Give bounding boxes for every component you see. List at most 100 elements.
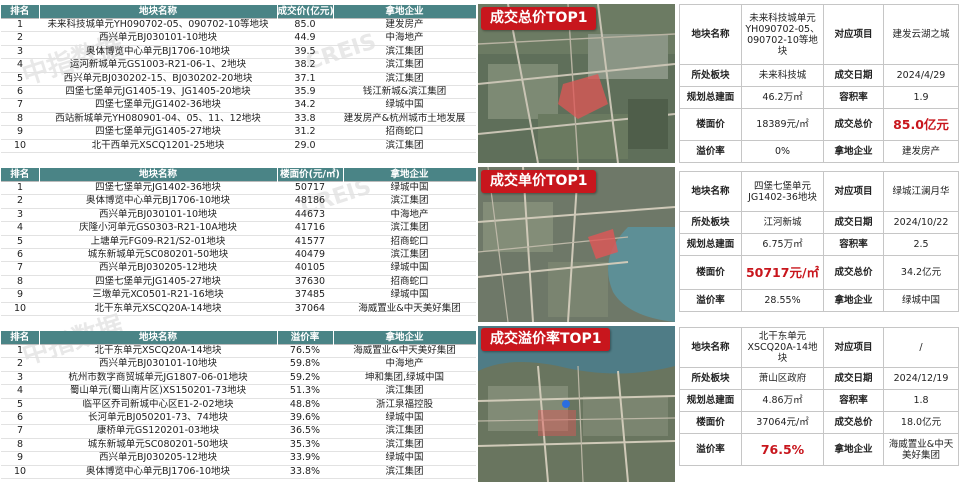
land-name-cell: 奥体博览中心单元BJ1706-10地块: [85, 195, 230, 207]
table-row: 9 四堡七堡单元JG1405-27地块 31.2 招商蛇口: [1, 126, 476, 140]
table-row: 2 奥体博览中心单元BJ1706-10地块 48186 滨江集团: [1, 195, 476, 209]
detail-label: 对应项目: [823, 171, 884, 212]
value-cell: 34.2: [294, 99, 316, 111]
land-name-cell: 四堡七堡单元JG1405-27地块: [95, 126, 221, 138]
detail-row: 楼面价 37064元/㎡ 成交总价 18.0亿元: [679, 411, 959, 434]
detail-label: 规划总建面: [679, 86, 742, 109]
detail-value-total-price: 18.0亿元: [883, 411, 959, 434]
detail-label: 规划总建面: [679, 389, 742, 412]
table-header: 排名 地块名称 成交价(亿元) 拿地企业: [1, 5, 477, 19]
premium-rate-top1-banner: 成交溢价率TOP1: [481, 328, 611, 351]
land-name-cell: 西兴单元BJ030205-12地块: [98, 452, 218, 464]
detail-label: 所处板块: [679, 64, 742, 87]
detail-label: 楼面价: [679, 108, 742, 141]
rank-cell: 4: [16, 385, 24, 397]
table-row: 3 奥体博览中心单元BJ1706-10地块 39.5 滨江集团: [1, 45, 476, 59]
value-cell: 40105: [294, 262, 326, 274]
company-cell: 绿城中国: [343, 180, 476, 195]
value-cell: 41577: [294, 235, 326, 247]
company-cell: 海威置业&中天美好集团: [333, 343, 476, 358]
rank-cell: 9: [16, 289, 24, 301]
company-cell: 钱江新城&滨江集团: [362, 86, 447, 98]
value-cell: 76.5%: [277, 343, 333, 358]
rank-cell: 8: [16, 438, 24, 450]
table-row: 4 运河新城单元GS1003-R21-06-1、2地块 38.2 滨江集团: [1, 59, 476, 73]
land-name-cell: 四堡七堡单元JG1402-36地块: [95, 99, 221, 111]
detail-value-floor-price: 18389元/㎡: [741, 108, 824, 141]
land-name-cell: 庆隆小河单元GS0303-R21-10A地块: [79, 222, 237, 234]
column-header: 排名: [1, 331, 40, 345]
rank-cell: 8: [16, 275, 24, 287]
detail-value-far: 2.5: [883, 233, 959, 256]
company-cell: 招商蛇口: [390, 275, 429, 287]
value-cell: 29.0: [294, 139, 316, 151]
detail-value-name: 未来科技城单元YH090702-05、090702-10等地块: [741, 4, 824, 65]
land-name-cell: 三墩单元XC0501-R21-16地块: [92, 289, 224, 301]
detail-label: 地块名称: [679, 327, 742, 368]
company-cell: 滨江集团: [385, 45, 424, 57]
value-cell: 44.9: [294, 32, 316, 44]
rank-cell: 6: [16, 412, 24, 424]
detail-label: 对应项目: [823, 4, 884, 65]
value-cell: 36.5%: [289, 425, 321, 437]
value-cell: 48186: [294, 195, 326, 207]
table-row: 7 西兴单元BJ030205-12地块 40105 绿城中国: [1, 262, 476, 276]
land-name-cell: 奥体博览中心单元BJ1706-10地块: [85, 45, 230, 57]
value-cell: 48.8%: [289, 398, 321, 410]
detail-row: 规划总建面 4.86万㎡ 容积率 1.8: [679, 389, 959, 412]
detail-value-floor-price: 50717元/㎡: [741, 255, 824, 290]
rank-cell: 9: [16, 126, 24, 138]
value-cell: 37.1: [294, 72, 316, 84]
detail-value-name: 四堡七堡单元JG1402-36地块: [741, 171, 824, 212]
table-row: 2 西兴单元BJ030101-10地块 44.9 中海地产: [1, 32, 476, 46]
company-cell: 中海地产: [385, 358, 424, 370]
company-cell: 滨江集团: [390, 195, 429, 207]
land-name-cell: 四堡七堡单元JG1405-19、JG1405-20地块: [65, 86, 251, 98]
detail-value-area: 6.75万㎡: [741, 233, 824, 256]
land-name-cell: 西兴单元BJ030101-10地块: [98, 32, 218, 44]
value-cell: 85.0: [277, 17, 333, 32]
value-cell: 51.3%: [289, 385, 321, 397]
rank-cell: 5: [16, 398, 24, 410]
detail-label: 所处板块: [679, 211, 742, 234]
detail-label: 成交日期: [823, 64, 884, 87]
detail-label: 成交总价: [823, 411, 884, 434]
value-cell: 40479: [294, 249, 326, 261]
rank-cell: 7: [16, 262, 24, 274]
detail-value-plate: 萧山区政府: [741, 367, 824, 390]
company-cell: 滨江集团: [385, 465, 424, 477]
company-cell: 中海地产: [385, 32, 424, 44]
company-cell: 坤和集团,绿城中国: [364, 371, 445, 383]
detail-value-area: 46.2万㎡: [741, 86, 824, 109]
table-row: 1 四堡七堡单元JG1402-36地块 50717 绿城中国: [1, 180, 476, 195]
detail-value-company: 绿城中国: [883, 289, 959, 312]
company-cell: 滨江集团: [385, 72, 424, 84]
detail-row: 规划总建面 46.2万㎡ 容积率 1.9: [679, 86, 959, 109]
rank-cell: 3: [16, 371, 24, 383]
rank-cell: 3: [16, 45, 24, 57]
rank-cell: 6: [16, 86, 24, 98]
detail-row: 地块名称 四堡七堡单元JG1402-36地块 对应项目 绿城江澜月华: [679, 171, 959, 212]
detail-label: 成交总价: [823, 255, 884, 290]
value-cell: 31.2: [294, 126, 316, 138]
rank-cell: 5: [16, 72, 24, 84]
value-cell: 35.3%: [289, 438, 321, 450]
detail-value-total-price: 85.0亿元: [883, 108, 959, 141]
detail-value-project: /: [883, 327, 959, 368]
detail-value-premium: 28.55%: [741, 289, 824, 312]
unit-price-ranking-table: 排名 地块名称 楼面价(元/㎡) 拿地企业 1 四堡七堡单元JG1402-36地块…: [1, 168, 477, 316]
land-name-cell: 西兴单元BJ030101-10地块: [98, 358, 218, 370]
company-cell: 滨江集团: [385, 438, 424, 450]
land-name-cell: 北干东单元XSCQ20A-14地块: [94, 302, 222, 314]
value-cell: 33.8%: [289, 465, 321, 477]
detail-label: 地块名称: [679, 171, 742, 212]
column-header: 地块名称: [39, 331, 278, 345]
value-cell: 37064: [294, 302, 326, 314]
value-cell: 38.2: [294, 59, 316, 71]
value-cell: 39.5: [294, 45, 316, 57]
table-row: 6 城东新城单元SC080201-50地块 40479 滨江集团: [1, 249, 476, 262]
value-cell: 50717: [277, 180, 343, 195]
total-price-ranking-table: 排名 地块名称 成交价(亿元) 拿地企业 1 未来科技城单元YH090702-05…: [1, 5, 477, 153]
company-cell: 滨江集团: [385, 139, 424, 151]
detail-row: 溢价率 28.55% 拿地企业 绿城中国: [679, 289, 959, 312]
